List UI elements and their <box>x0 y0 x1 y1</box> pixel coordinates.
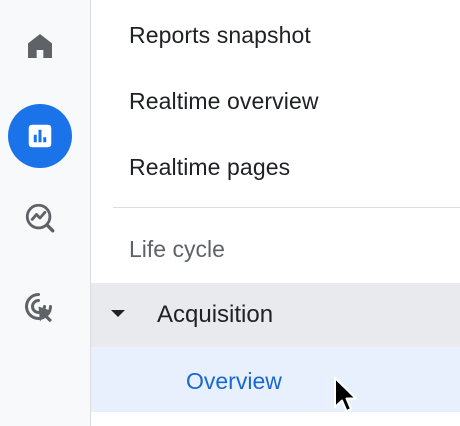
reports-nav-panel: Reports snapshot Realtime overview Realt… <box>91 0 460 426</box>
nav-divider <box>113 207 460 208</box>
caret-down-icon <box>111 310 125 317</box>
app-window: Reports snapshot Realtime overview Realt… <box>0 0 460 426</box>
nav-link-reports-snapshot[interactable]: Reports snapshot <box>129 22 311 49</box>
icon-rail <box>0 0 91 426</box>
nav-group-acquisition[interactable]: Acquisition <box>91 283 460 347</box>
reports-icon <box>28 124 52 148</box>
home-icon <box>28 34 52 58</box>
nav-subitem-label: Overview <box>186 368 282 394</box>
explore-icon <box>25 203 55 233</box>
advertising-button[interactable] <box>8 276 72 340</box>
reports-button[interactable] <box>8 104 72 168</box>
advertising-icon <box>25 293 52 323</box>
nav-group-label: Acquisition <box>157 301 274 328</box>
explore-button[interactable] <box>8 186 72 250</box>
nav-link-realtime-pages[interactable]: Realtime pages <box>129 154 290 181</box>
nav-link-realtime-overview[interactable]: Realtime overview <box>129 88 319 115</box>
nav-bottom-space <box>91 412 460 426</box>
section-label-life-cycle: Life cycle <box>129 236 225 262</box>
home-button[interactable] <box>8 14 72 78</box>
nav-subitem-overview[interactable]: Overview <box>91 347 460 412</box>
